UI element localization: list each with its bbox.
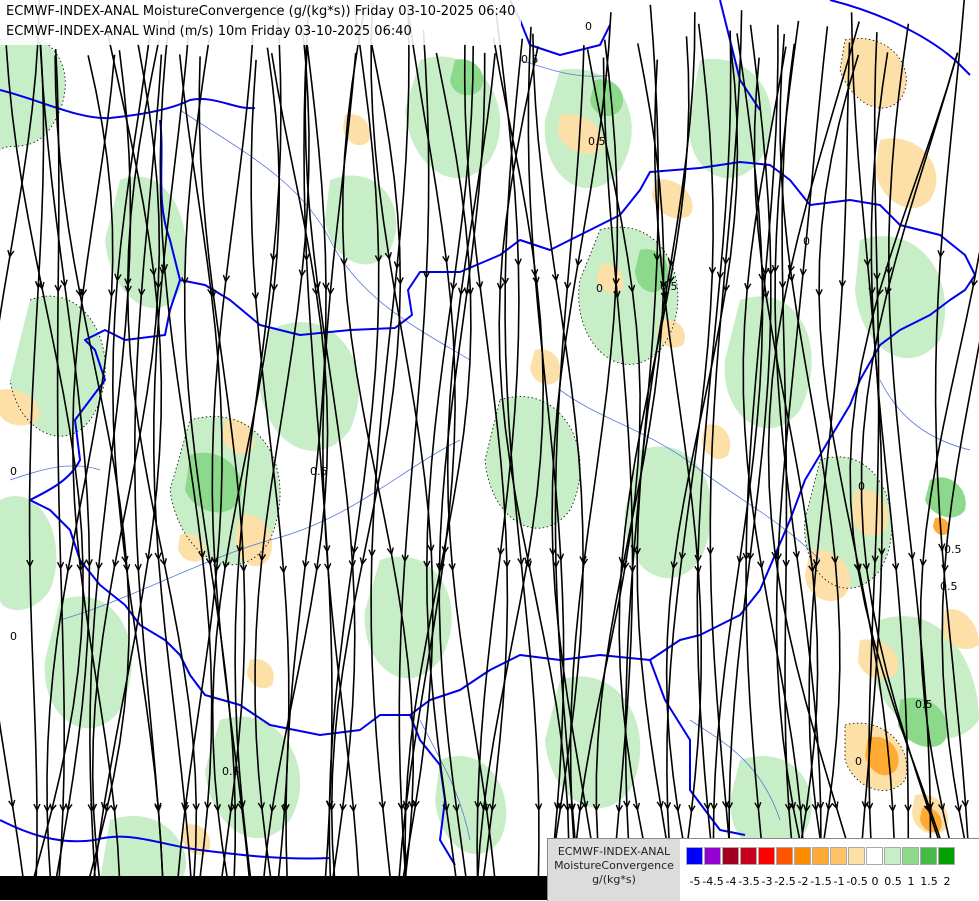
legend-tick-label: -5 — [689, 875, 701, 888]
legend-tick-label: -2 — [797, 875, 809, 888]
legend-unit: g/(kg*s) — [592, 873, 636, 886]
legend-swatch — [794, 847, 811, 865]
legend-swatch — [830, 847, 847, 865]
legend-tick-label: -4.5 — [702, 875, 724, 888]
contour-label: 0 — [585, 20, 592, 33]
legend-swatch — [866, 847, 883, 865]
contour-label: 0.5 — [915, 698, 933, 711]
legend-tick-label: -2.5 — [774, 875, 796, 888]
legend-tick-label: -3 — [761, 875, 773, 888]
contour-label: 0.5 — [521, 53, 539, 66]
legend-swatch — [938, 847, 955, 865]
legend-tick-label: 2 — [943, 875, 951, 888]
contour-label: 0 — [855, 755, 862, 768]
legend-tick-label: -1 — [833, 875, 845, 888]
legend-tick-label: 0.5 — [884, 875, 902, 888]
contour-label: 0 — [596, 282, 603, 295]
contour-label: 0.5 — [588, 135, 606, 148]
legend-swatch — [812, 847, 829, 865]
legend-tick-label: -1.5 — [810, 875, 832, 888]
contour-label: 0.5 — [940, 580, 958, 593]
title-wind: ECMWF-INDEX-ANAL Wind (m/s) 10m Friday 0… — [6, 24, 412, 39]
contour-label: 0.5 — [222, 765, 240, 778]
contour-label: 0 — [858, 480, 865, 493]
legend-tick-label: -3.5 — [738, 875, 760, 888]
legend-tick-labels: -5 -4.5 -4 -3.5 -3 -2.5 -2 -1.5 -1 -0.5 0 0.5 1 1.5 2 — [686, 875, 979, 891]
legend-swatch — [884, 847, 901, 865]
legend-model: ECMWF-INDEX-ANAL — [557, 845, 671, 858]
legend-swatches — [686, 847, 956, 867]
legend-tick-label: -0.5 — [846, 875, 868, 888]
contour-label: -0.5 — [940, 543, 961, 556]
legend-tick-label: 1 — [907, 875, 915, 888]
map-title-box: ECMWF-INDEX-ANAL MoistureConvergence (g/… — [0, 0, 522, 45]
contour-label: 0.5 — [310, 465, 328, 478]
color-legend: ECMWF-INDEX-ANAL MoistureConvergence g/(… — [547, 838, 979, 901]
legend-title: ECMWF-INDEX-ANAL MoistureConvergence g/(… — [548, 839, 680, 901]
legend-swatch — [686, 847, 703, 865]
legend-swatch — [920, 847, 937, 865]
legend-swatch — [902, 847, 919, 865]
legend-swatch — [704, 847, 721, 865]
legend-tick-label: 0 — [871, 875, 879, 888]
legend-swatch — [848, 847, 865, 865]
contour-label: 0 — [803, 235, 810, 248]
legend-parameter: MoistureConvergence — [554, 859, 674, 872]
legend-tick-label: 1.5 — [920, 875, 938, 888]
bottom-black-bar — [0, 876, 547, 900]
contour-label: 0 — [10, 465, 17, 478]
title-moisture-convergence: ECMWF-INDEX-ANAL MoistureConvergence (g/… — [6, 4, 516, 19]
contour-label: 0 — [10, 630, 17, 643]
legend-tick-label: -4 — [725, 875, 737, 888]
map-view[interactable]: 0.5 0.5 0.5 0.5 0.5 0.5 0.5 0 0 0 0 0 0 … — [0, 0, 979, 900]
legend-swatch — [740, 847, 757, 865]
legend-swatch — [722, 847, 739, 865]
legend-swatch — [776, 847, 793, 865]
legend-swatch — [758, 847, 775, 865]
contour-label: 0.5 — [660, 280, 678, 293]
